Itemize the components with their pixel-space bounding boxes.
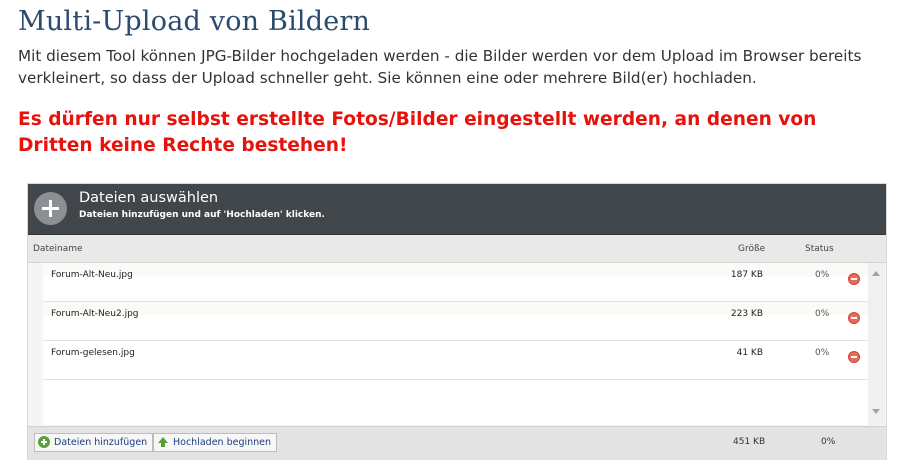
scroll-down-arrow-icon[interactable] — [872, 409, 880, 414]
file-row: Forum-gelesen.jpg 41 KB 0% — [43, 341, 868, 380]
add-files-button[interactable]: Dateien hinzufügen — [34, 433, 154, 452]
remove-file-icon[interactable] — [848, 312, 860, 324]
file-size: 223 KB — [730, 309, 763, 319]
file-status: 0% — [815, 309, 830, 319]
intro-text: Mit diesem Tool können JPG-Bilder hochge… — [18, 47, 862, 87]
file-name: Forum-gelesen.jpg — [51, 348, 135, 358]
upload-arrow-icon — [157, 436, 169, 448]
uploader-title: Dateien auswählen — [79, 190, 219, 206]
uploader-panel: Dateien auswählen Dateien hinzufügen und… — [27, 183, 887, 460]
uploader-subtitle: Dateien hinzufügen und auf 'Hochladen' k… — [79, 210, 325, 220]
remove-file-icon[interactable] — [848, 273, 860, 285]
file-size: 41 KB — [736, 348, 763, 358]
column-size: Größe — [738, 244, 766, 254]
file-table-header: Dateiname Größe Status — [28, 235, 886, 263]
plus-circle-icon[interactable] — [34, 192, 67, 225]
remove-file-icon[interactable] — [848, 351, 860, 363]
start-upload-label: Hochladen beginnen — [173, 437, 272, 448]
file-name: Forum-Alt-Neu2.jpg — [51, 309, 139, 319]
file-row: Forum-Alt-Neu.jpg 187 KB 0% — [43, 263, 868, 302]
add-files-label: Dateien hinzufügen — [54, 437, 148, 448]
scroll-up-arrow-icon[interactable] — [872, 271, 880, 276]
warning-text: Es dürfen nur selbst erstellte Fotos/Bil… — [18, 109, 817, 156]
column-status: Status — [805, 244, 834, 254]
file-status: 0% — [815, 270, 830, 280]
file-list-scrollbar[interactable] — [868, 263, 885, 425]
uploader-footer: Dateien hinzufügen Hochladen beginnen 45… — [28, 426, 886, 460]
file-size: 187 KB — [730, 270, 763, 280]
file-status: 0% — [815, 348, 830, 358]
file-list: Forum-Alt-Neu.jpg 187 KB 0% Forum-Alt-Ne… — [43, 263, 868, 425]
total-size: 451 KB — [733, 437, 766, 447]
add-circle-icon — [38, 436, 50, 448]
total-status: 0% — [821, 437, 836, 447]
page-title: Multi-Upload von Bildern — [18, 6, 371, 37]
column-filename: Dateiname — [33, 244, 83, 254]
file-name: Forum-Alt-Neu.jpg — [51, 270, 133, 280]
file-row: Forum-Alt-Neu2.jpg 223 KB 0% — [43, 302, 868, 341]
start-upload-button[interactable]: Hochladen beginnen — [153, 433, 278, 452]
uploader-header: Dateien auswählen Dateien hinzufügen und… — [28, 184, 886, 235]
